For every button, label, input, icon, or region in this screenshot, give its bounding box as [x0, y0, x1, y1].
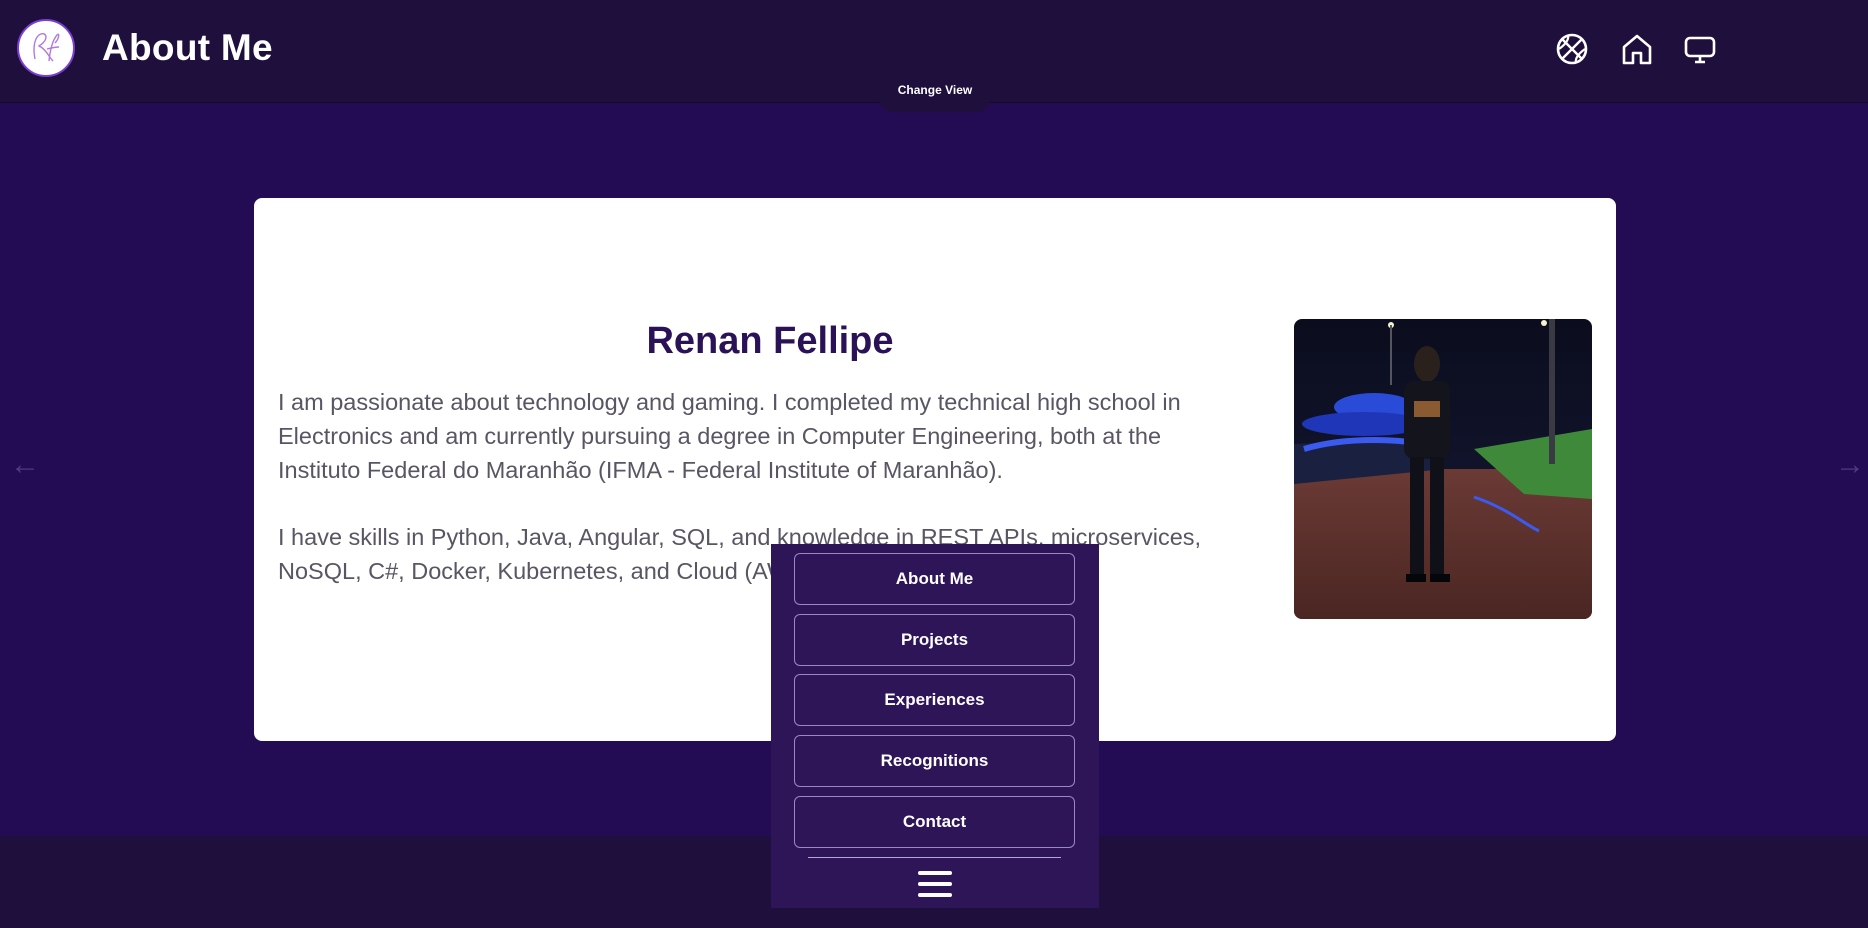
- basketball-icon[interactable]: [1555, 32, 1589, 66]
- change-view-button[interactable]: Change View: [879, 83, 991, 112]
- profile-photo: [1294, 319, 1592, 619]
- nav-menu: About Me Projects Experiences Recognitio…: [771, 544, 1099, 908]
- logo[interactable]: [17, 19, 75, 77]
- menu-item-contact[interactable]: Contact: [794, 796, 1075, 848]
- profile-name: Renan Fellipe: [646, 320, 894, 362]
- menu-item-experiences[interactable]: Experiences: [794, 674, 1075, 726]
- hamburger-icon[interactable]: [918, 869, 952, 899]
- carousel-prev-arrow[interactable]: ←: [10, 448, 40, 482]
- menu-item-about-me[interactable]: About Me: [794, 553, 1075, 605]
- change-view-label: Change View: [897, 83, 973, 97]
- menu-divider: [808, 857, 1061, 858]
- profile-photo-image: [1294, 319, 1592, 619]
- carousel-next-arrow[interactable]: →: [1835, 448, 1865, 482]
- monitor-icon[interactable]: [1683, 32, 1717, 66]
- bio-paragraph: I am passionate about technology and gam…: [278, 389, 1181, 483]
- signature-logo-icon: [33, 33, 60, 62]
- home-icon[interactable]: [1620, 32, 1654, 66]
- menu-item-recognitions[interactable]: Recognitions: [794, 735, 1075, 787]
- menu-item-projects[interactable]: Projects: [794, 614, 1075, 666]
- page-title: About Me: [102, 27, 273, 68]
